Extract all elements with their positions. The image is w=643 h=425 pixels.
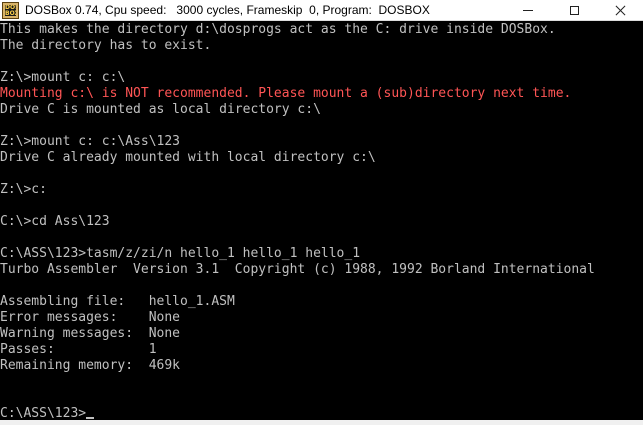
title-program: DOSBOX xyxy=(371,3,430,17)
app-icon-label: DOS BOX xyxy=(5,5,16,16)
console-line-text: Drive C is mounted as local directory c:… xyxy=(0,102,321,117)
console-line: Drive C is mounted as local directory c:… xyxy=(0,102,643,118)
console-line: Z:\>c: xyxy=(0,182,643,198)
window-controls xyxy=(505,0,643,21)
console-line: The directory has to exist. xyxy=(0,38,643,54)
maximize-icon xyxy=(569,6,579,15)
console-line: C:\ASS\123> xyxy=(0,406,643,420)
console-line-text: The directory has to exist. xyxy=(0,38,212,53)
console-line: Z:\>mount c: c:\ xyxy=(0,70,643,86)
console-line: C:\>cd Ass\123 xyxy=(0,214,643,230)
window-title: DOSBox 0.74, Cpu speed: 3000 cycles, Fra… xyxy=(25,0,430,21)
console-line-text: Z:\>c: xyxy=(0,182,47,197)
minimize-icon xyxy=(523,10,533,11)
taskbar-edge xyxy=(0,420,643,425)
console-line: Error messages: None xyxy=(0,310,643,326)
maximize-button[interactable] xyxy=(551,0,597,21)
dos-console[interactable]: This makes the directory d:\dosprogs act… xyxy=(0,22,643,420)
console-line-text: Passes: 1 xyxy=(0,342,157,357)
console-line: C:\ASS\123>tasm/z/zi/n hello_1 hello_1 h… xyxy=(0,246,643,262)
console-line: Assembling file: hello_1.ASM xyxy=(0,294,643,310)
console-line-text: Mounting c:\ is NOT recommended. Please … xyxy=(0,86,572,101)
console-line-text: Turbo Assembler Version 3.1 Copyright (c… xyxy=(0,262,595,277)
console-line-text: Error messages: None xyxy=(0,310,181,325)
console-line: Z:\>mount c: c:\Ass\123 xyxy=(0,134,643,150)
dosbox-window: DOS BOX DOSBox 0.74, Cpu speed: 3000 cyc… xyxy=(0,0,643,425)
console-line: Passes: 1 xyxy=(0,342,643,358)
console-line-text: Warning messages: None xyxy=(0,326,181,341)
title-app-version: DOSBox 0.74, Cpu speed: xyxy=(25,3,167,17)
console-line-text: Z:\>mount c: c:\Ass\123 xyxy=(0,134,181,149)
console-line-text: C:\ASS\123>tasm/z/zi/n hello_1 hello_1 h… xyxy=(0,246,361,261)
title-bar[interactable]: DOS BOX DOSBox 0.74, Cpu speed: 3000 cyc… xyxy=(0,0,643,21)
minimize-button[interactable] xyxy=(505,0,551,21)
console-line-text: Z:\>mount c: c:\ xyxy=(0,70,126,85)
console-line: Drive C already mounted with local direc… xyxy=(0,150,643,166)
console-line: Warning messages: None xyxy=(0,326,643,342)
console-line: Remaining memory: 469k xyxy=(0,358,643,374)
console-line-text: Assembling file: hello_1.ASM xyxy=(0,294,235,309)
console-line-text: Remaining memory: 469k xyxy=(0,358,181,373)
dosbox-app-icon[interactable]: DOS BOX xyxy=(2,2,19,19)
console-line-text: This makes the directory d:\dosprogs act… xyxy=(0,22,556,37)
console-warning-line: Mounting c:\ is NOT recommended. Please … xyxy=(0,86,643,102)
close-button[interactable] xyxy=(597,0,643,21)
console-line: This makes the directory d:\dosprogs act… xyxy=(0,22,643,38)
console-line-text: C:\>cd Ass\123 xyxy=(0,214,110,229)
title-cycles-frameskip: 3000 cycles, Frameskip 0, Program: xyxy=(166,3,372,17)
console-line-text: C:\ASS\123> xyxy=(0,406,87,420)
console-line-text: Drive C already mounted with local direc… xyxy=(0,150,376,165)
console-line: Turbo Assembler Version 3.1 Copyright (c… xyxy=(0,262,643,278)
close-icon xyxy=(615,5,626,16)
text-cursor xyxy=(86,417,95,419)
